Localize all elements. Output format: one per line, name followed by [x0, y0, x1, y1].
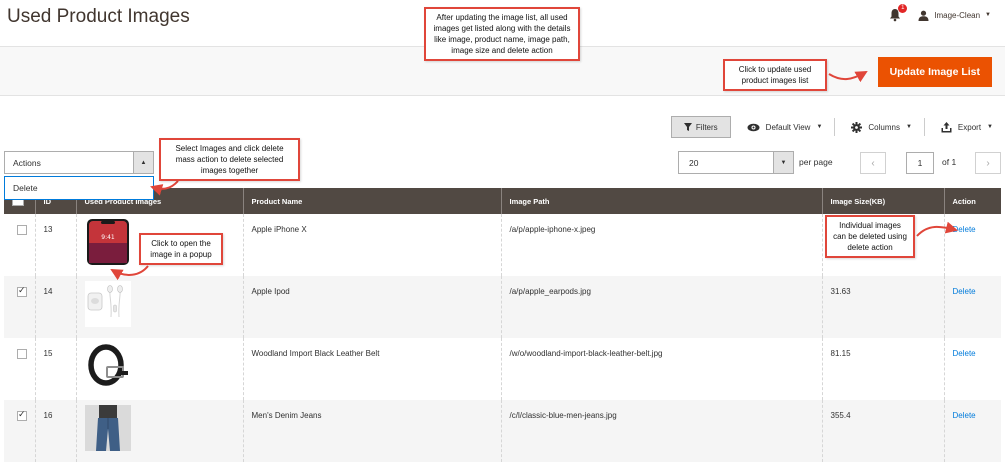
- row-checkbox[interactable]: [17, 225, 27, 235]
- per-page-label: per page: [799, 157, 833, 167]
- chevron-down-icon: ▼: [816, 124, 823, 130]
- gear-icon: [851, 121, 863, 133]
- filters-button[interactable]: Filters: [670, 116, 731, 138]
- per-page-value: 20: [689, 157, 699, 168]
- product-name-cell: Woodland Import Black Leather Belt: [242, 338, 501, 400]
- action-cell: Delete: [943, 400, 1001, 462]
- image-path-cell: /c/l/classic-blue-men-jeans.jpg: [500, 400, 822, 462]
- column-header[interactable]: Image Path: [500, 188, 822, 214]
- id-cell: 13: [34, 214, 76, 276]
- row-select-cell: [4, 276, 35, 338]
- id-cell: 14: [34, 276, 76, 338]
- image-path-cell: /a/p/apple_earpods.jpg: [500, 276, 822, 338]
- row-select-cell: [4, 400, 35, 462]
- row-checkbox[interactable]: [17, 285, 27, 297]
- annotation-grid-details: After updating the image list, all used …: [424, 7, 580, 61]
- image-size-cell: 355.4: [821, 400, 944, 462]
- image-cell: [75, 338, 243, 400]
- previous-page-button[interactable]: ‹: [860, 152, 886, 174]
- thumbnail-clock: 9:41: [101, 234, 115, 241]
- notification-count: 1: [898, 4, 908, 13]
- earpods-thumbnail[interactable]: [84, 281, 131, 327]
- image-path-cell: /w/o/woodland-import-black-leather-belt.…: [500, 338, 822, 400]
- row-select-cell: [4, 338, 35, 400]
- default-view-label: Default View: [765, 122, 811, 132]
- row-checkbox[interactable]: [17, 409, 27, 421]
- toolbar-divider: [834, 118, 836, 136]
- mass-actions-select[interactable]: Actions ▲: [4, 151, 154, 174]
- image-cell: [75, 276, 243, 338]
- chevron-down-icon: ▼: [773, 152, 793, 173]
- table-row: 16 Men's Denim Jeans /c/l/classic-blue-m…: [4, 400, 1001, 462]
- chevron-down-icon: ▼: [987, 124, 993, 130]
- annotation-update-list: Click to update used product images list: [723, 59, 827, 91]
- action-cell: Delete: [943, 214, 1001, 276]
- jeans-thumbnail[interactable]: [84, 405, 131, 451]
- chevron-up-icon: ▲: [133, 152, 153, 173]
- chevron-left-icon: ‹: [871, 157, 875, 169]
- columns-dropdown[interactable]: Columns ▼: [851, 121, 912, 133]
- filter-icon: [683, 123, 692, 131]
- image-cell: [75, 400, 243, 462]
- table-row: 15 Woodland Import Black Leather Belt /w…: [4, 338, 1001, 400]
- id-cell: 15: [34, 338, 76, 400]
- delete-link[interactable]: Delete: [953, 287, 976, 296]
- chevron-right-icon: ›: [986, 157, 990, 169]
- action-cell: Delete: [943, 338, 1001, 400]
- belt-thumbnail[interactable]: [84, 343, 131, 389]
- eye-icon: [747, 123, 760, 131]
- update-image-list-button[interactable]: Update Image List: [877, 57, 992, 87]
- total-pages-label: of 1: [942, 157, 957, 167]
- default-view-dropdown[interactable]: Default View ▼: [747, 122, 823, 132]
- column-header[interactable]: Product Name: [242, 188, 501, 214]
- annotation-image-popup: Click to open the image in a popup: [139, 233, 223, 265]
- user-icon: [918, 10, 929, 21]
- delete-link[interactable]: Delete: [953, 411, 976, 420]
- annotation-single-delete: Individual images can be deleted using d…: [825, 215, 915, 258]
- chevron-down-icon: ▼: [985, 12, 991, 18]
- grid-toolbar: Filters Default View ▼ Columns ▼ Export …: [670, 116, 993, 138]
- page-title: Used Product Images: [7, 6, 190, 27]
- user-name: Image-Clean: [934, 10, 981, 20]
- image-path-cell: /a/p/apple-iphone-x.jpeg: [500, 214, 822, 276]
- product-name-cell: Apple Ipod: [242, 276, 501, 338]
- export-dropdown[interactable]: Export ▼: [941, 121, 993, 133]
- columns-label: Columns: [868, 122, 900, 132]
- export-label: Export: [957, 122, 982, 132]
- column-header: Action: [943, 188, 1001, 214]
- chevron-down-icon: ▼: [905, 124, 912, 130]
- column-header[interactable]: Image Size(KB): [821, 188, 944, 214]
- mass-action-delete-option[interactable]: Delete: [4, 176, 154, 200]
- row-checkbox[interactable]: [17, 349, 27, 359]
- product-name-cell: Apple iPhone X: [242, 214, 501, 276]
- notifications-bell[interactable]: 1: [888, 4, 908, 22]
- header-actions: 1 Image-Clean ▼: [888, 4, 991, 22]
- delete-link[interactable]: Delete: [953, 349, 976, 358]
- mass-actions-label: Actions: [13, 157, 41, 168]
- row-select-cell: [4, 214, 35, 276]
- iphone-x-thumbnail[interactable]: 9:41: [85, 219, 131, 265]
- toolbar-divider: [923, 118, 925, 136]
- action-cell: Delete: [943, 276, 1001, 338]
- table-row: 14 Apple Ipod /a/p/apple_earpods.jpg 31.…: [4, 276, 1001, 338]
- next-page-button[interactable]: ›: [975, 152, 1001, 174]
- current-page-input[interactable]: 1: [906, 152, 934, 174]
- product-name-cell: Men's Denim Jeans: [242, 400, 501, 462]
- id-cell: 16: [34, 400, 76, 462]
- filters-label: Filters: [695, 122, 718, 132]
- per-page-select[interactable]: 20 ▼: [678, 151, 794, 174]
- user-menu[interactable]: Image-Clean ▼: [918, 10, 991, 21]
- image-size-cell: 81.15: [821, 338, 944, 400]
- image-size-cell: 31.63: [821, 276, 944, 338]
- annotation-mass-delete: Select Images and click delete mass acti…: [159, 138, 300, 181]
- delete-link[interactable]: Delete: [953, 225, 976, 234]
- export-icon: [941, 121, 952, 132]
